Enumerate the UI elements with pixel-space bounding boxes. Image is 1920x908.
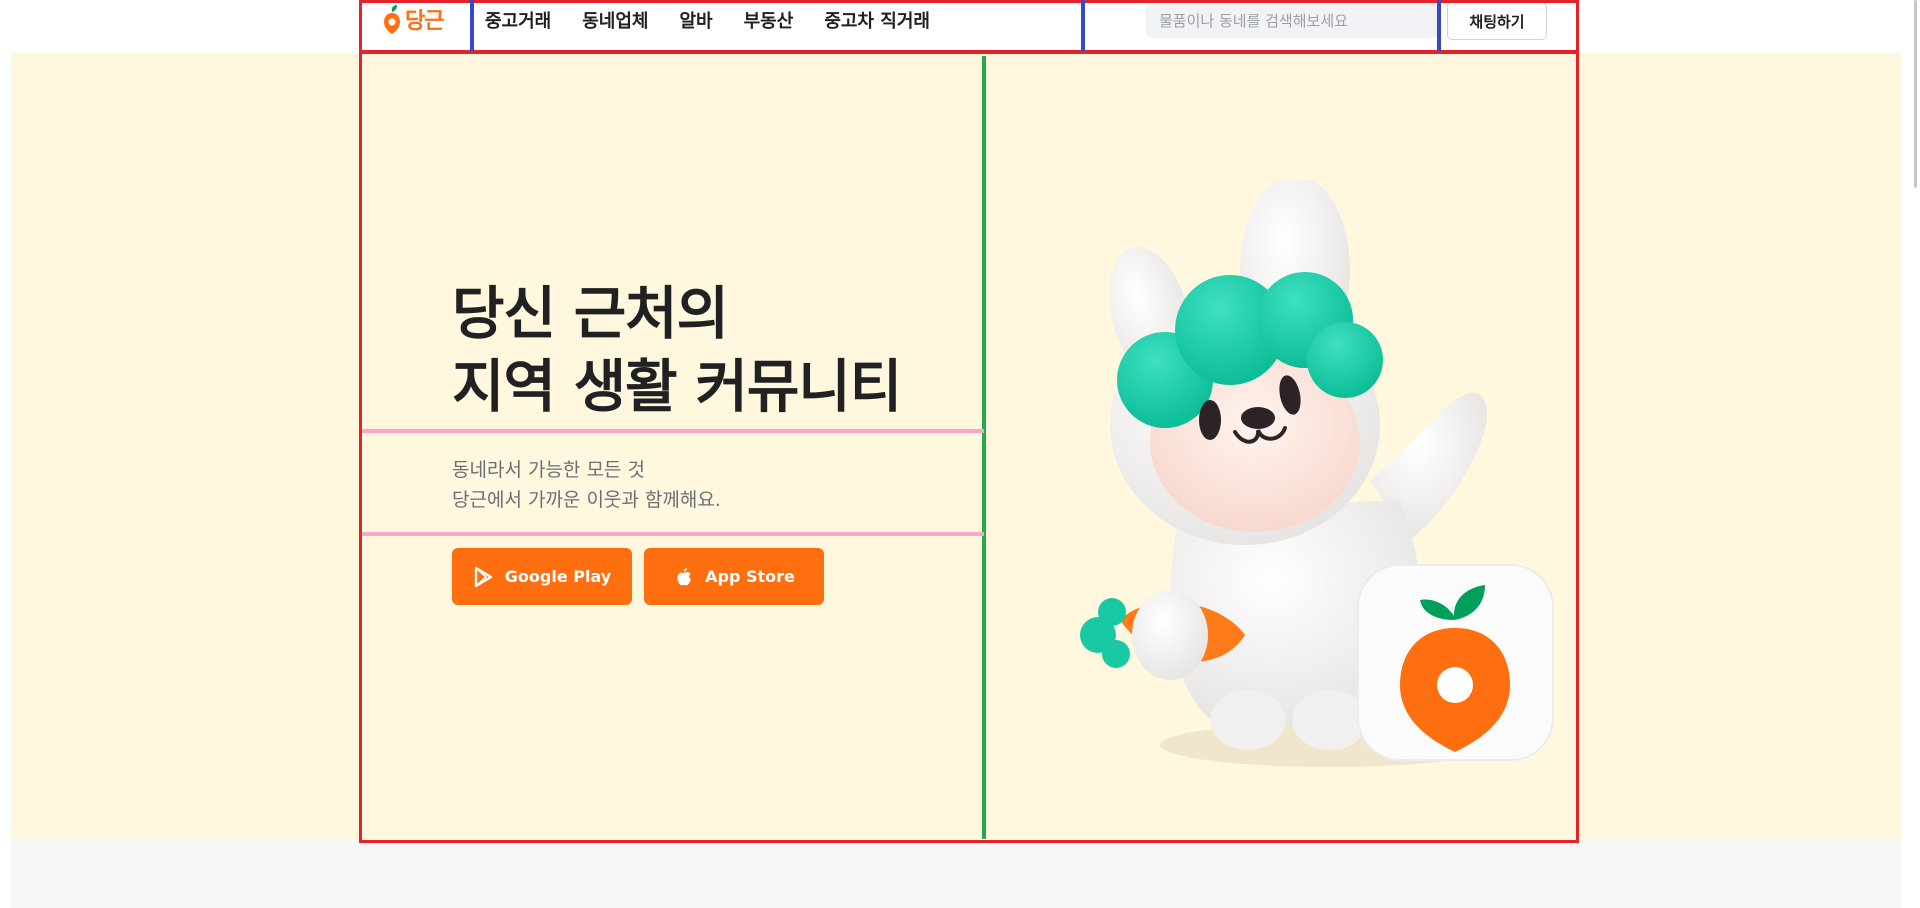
rabbit-mascot-illustration: [1080, 175, 1600, 780]
google-play-label: Google Play: [504, 567, 612, 586]
google-play-icon: [473, 566, 495, 588]
site-header: 당근 중고거래 동네업체 알바 부동산 중고차 직거래 채팅하기: [361, 0, 1577, 52]
search-input[interactable]: [1146, 4, 1438, 38]
overlay-divider-title: [362, 429, 984, 433]
hero-subtitle: 동네라서 가능한 모든 것 당근에서 가까운 이웃과 함께해요.: [452, 455, 721, 515]
apple-icon: [673, 566, 695, 588]
overlay-divider-logo: [470, 0, 474, 51]
logo[interactable]: 당근: [383, 3, 444, 35]
hero-title-line-1: 당신 근처의: [452, 281, 729, 347]
overlay-divider-subtitle: [362, 532, 984, 536]
nav-real-estate[interactable]: 부동산: [744, 7, 794, 33]
hero-background: [11, 53, 1901, 839]
hero-title-line-2: 지역 생활 커뮤니티: [452, 354, 902, 420]
app-store-label: App Store: [705, 567, 795, 586]
main-nav: 중고거래 동네업체 알바 부동산 중고차 직거래: [485, 0, 961, 40]
next-section-background: [11, 839, 1901, 908]
hero-subtitle-line-1: 동네라서 가능한 모든 것: [452, 459, 645, 481]
carrot-logo-icon: [383, 4, 401, 34]
nav-part-time-jobs[interactable]: 알바: [680, 7, 713, 33]
hero-title: 당신 근처의 지역 생활 커뮤니티: [452, 278, 902, 424]
chat-button[interactable]: 채팅하기: [1447, 2, 1547, 40]
hero-subtitle-line-2: 당근에서 가까운 이웃과 함께해요.: [452, 489, 721, 511]
nav-local-business[interactable]: 동네업체: [582, 7, 648, 33]
logo-text: 당근: [405, 9, 444, 34]
overlay-divider-hero-columns: [982, 56, 986, 839]
google-play-button[interactable]: Google Play: [452, 548, 632, 605]
overlay-divider-search: [1437, 0, 1441, 51]
scrollbar[interactable]: [1901, 0, 1920, 908]
nav-used-cars[interactable]: 중고차 직거래: [824, 7, 930, 33]
scrollbar-thumb[interactable]: [1914, 0, 1917, 188]
app-store-button[interactable]: App Store: [644, 548, 824, 605]
overlay-divider-nav: [1081, 0, 1085, 51]
nav-used-trade[interactable]: 중고거래: [485, 7, 551, 33]
